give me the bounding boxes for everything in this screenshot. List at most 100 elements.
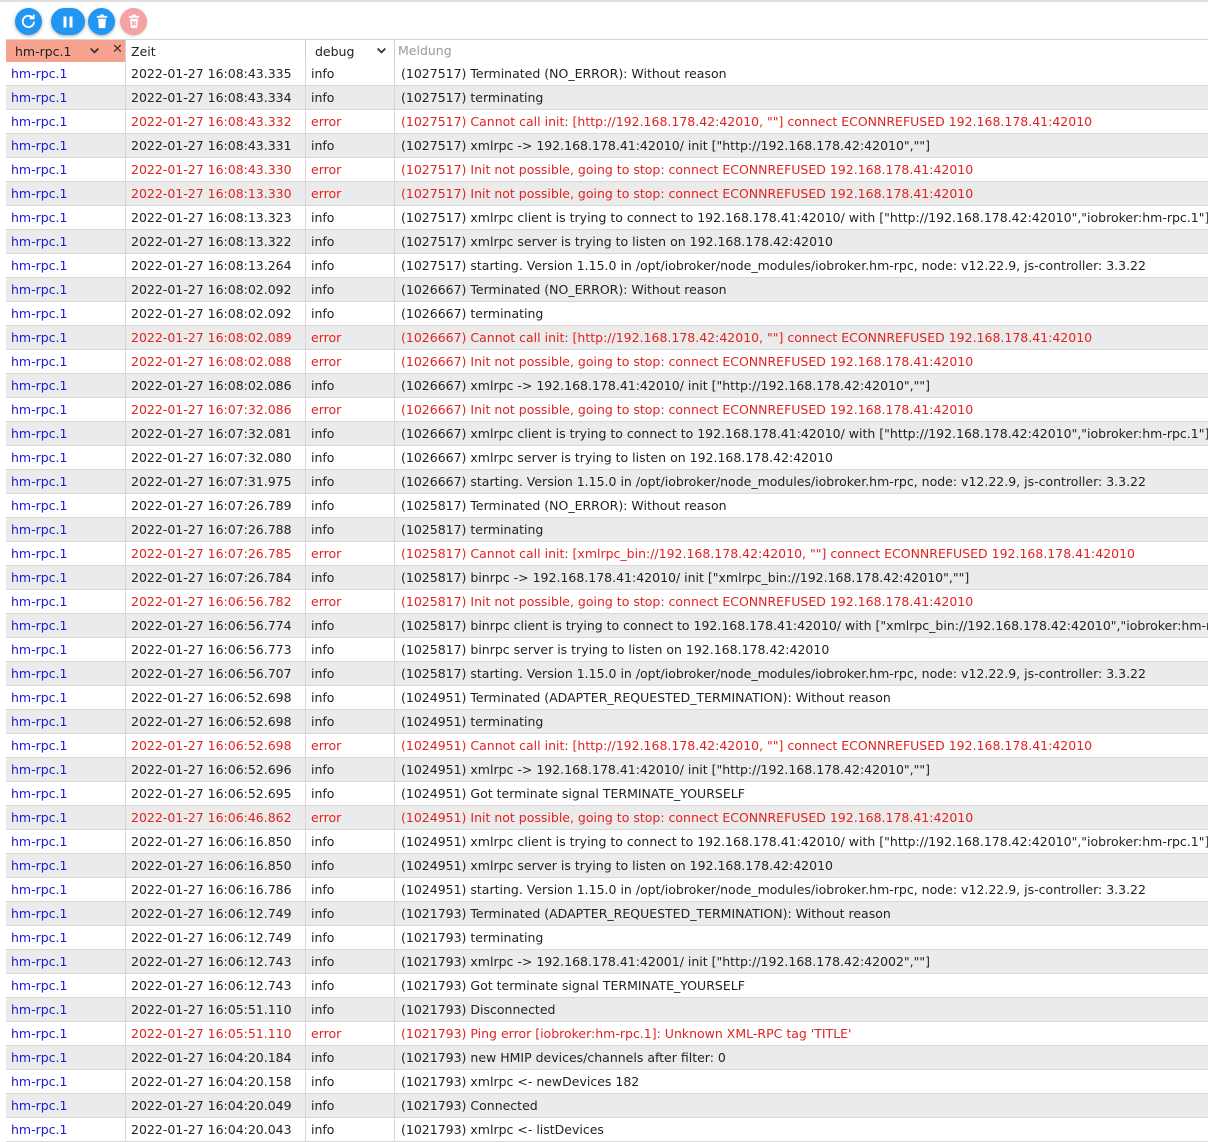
- log-source[interactable]: hm-rpc.1: [6, 854, 126, 877]
- log-source[interactable]: hm-rpc.1: [6, 1118, 126, 1141]
- log-time: 2022-01-27 16:06:12.749: [126, 902, 306, 925]
- log-source[interactable]: hm-rpc.1: [6, 974, 126, 997]
- log-message: (1026667) xmlrpc server is trying to lis…: [401, 450, 833, 465]
- log-level: info: [306, 254, 395, 277]
- log-level: info: [306, 422, 395, 445]
- log-source[interactable]: hm-rpc.1: [6, 782, 126, 805]
- log-level: error: [306, 158, 395, 181]
- log-level: error: [306, 326, 395, 349]
- log-time: 2022-01-27 16:06:52.696: [126, 758, 306, 781]
- clear-source-filter-icon[interactable]: ✕: [112, 42, 123, 57]
- log-source[interactable]: hm-rpc.1: [6, 158, 126, 181]
- source-filter-select[interactable]: hm-rpc.1 ✕: [6, 40, 126, 63]
- log-source[interactable]: hm-rpc.1: [6, 758, 126, 781]
- message-filter-input[interactable]: [395, 40, 1208, 61]
- log-level: info: [306, 998, 395, 1021]
- log-source[interactable]: hm-rpc.1: [6, 878, 126, 901]
- log-row: hm-rpc.1 2022-01-27 16:08:13.264 info (1027…: [6, 254, 1208, 278]
- log-row: hm-rpc.1 2022-01-27 16:06:56.782 error (102…: [6, 590, 1208, 614]
- log-level: error: [306, 590, 395, 613]
- pause-button[interactable]: [51, 8, 85, 35]
- log-row: hm-rpc.1 2022-01-27 16:07:26.784 info (1025…: [6, 566, 1208, 590]
- log-level: info: [306, 950, 395, 973]
- log-source[interactable]: hm-rpc.1: [6, 62, 126, 85]
- log-source[interactable]: hm-rpc.1: [6, 1022, 126, 1045]
- log-row: hm-rpc.1 2022-01-27 16:06:56.773 info (1025…: [6, 638, 1208, 662]
- log-source[interactable]: hm-rpc.1: [6, 446, 126, 469]
- log-time: 2022-01-27 16:06:56.707: [126, 662, 306, 685]
- log-source[interactable]: hm-rpc.1: [6, 590, 126, 613]
- log-source[interactable]: hm-rpc.1: [6, 710, 126, 733]
- log-time: 2022-01-27 16:06:56.782: [126, 590, 306, 613]
- log-time: 2022-01-27 16:07:26.788: [126, 518, 306, 541]
- log-message: (1024951) Init not possible, going to st…: [401, 810, 974, 825]
- log-row: hm-rpc.1 2022-01-27 16:04:20.049 info (1021…: [6, 1094, 1208, 1118]
- log-time: 2022-01-27 16:04:20.158: [126, 1070, 306, 1093]
- log-source[interactable]: hm-rpc.1: [6, 86, 126, 109]
- log-level: info: [306, 638, 395, 661]
- log-source[interactable]: hm-rpc.1: [6, 542, 126, 565]
- log-source[interactable]: hm-rpc.1: [6, 110, 126, 133]
- log-source[interactable]: hm-rpc.1: [6, 302, 126, 325]
- log-level: info: [306, 134, 395, 157]
- log-source[interactable]: hm-rpc.1: [6, 662, 126, 685]
- trash-icon: [96, 14, 107, 29]
- log-time: 2022-01-27 16:05:51.110: [126, 1022, 306, 1045]
- log-source[interactable]: hm-rpc.1: [6, 638, 126, 661]
- log-source[interactable]: hm-rpc.1: [6, 374, 126, 397]
- log-level: error: [306, 1022, 395, 1045]
- log-message: (1025817) Init not possible, going to st…: [401, 594, 974, 609]
- level-filter-select[interactable]: debug: [306, 40, 395, 63]
- log-message: (1021793) terminating: [401, 930, 544, 945]
- log-source[interactable]: hm-rpc.1: [6, 326, 126, 349]
- log-source[interactable]: hm-rpc.1: [6, 1094, 126, 1117]
- log-source[interactable]: hm-rpc.1: [6, 206, 126, 229]
- log-source[interactable]: hm-rpc.1: [6, 566, 126, 589]
- log-source[interactable]: hm-rpc.1: [6, 182, 126, 205]
- log-level: info: [306, 926, 395, 949]
- log-message: (1027517) xmlrpc -> 192.168.178.41:42010…: [401, 138, 931, 153]
- log-source[interactable]: hm-rpc.1: [6, 518, 126, 541]
- log-row: hm-rpc.1 2022-01-27 16:07:32.080 info (1026…: [6, 446, 1208, 470]
- log-message: (1021793) Disconnected: [401, 1002, 556, 1017]
- log-source[interactable]: hm-rpc.1: [6, 734, 126, 757]
- log-row: hm-rpc.1 2022-01-27 16:08:43.332 error (102…: [6, 110, 1208, 134]
- log-source[interactable]: hm-rpc.1: [6, 350, 126, 373]
- log-time: 2022-01-27 16:07:32.086: [126, 398, 306, 421]
- log-source[interactable]: hm-rpc.1: [6, 230, 126, 253]
- log-toolbar: [0, 2, 1208, 39]
- log-message: (1026667) Init not possible, going to st…: [401, 354, 974, 369]
- log-source[interactable]: hm-rpc.1: [6, 830, 126, 853]
- delete-logfile-button[interactable]: [120, 8, 147, 35]
- delete-button[interactable]: [88, 8, 115, 35]
- log-row: hm-rpc.1 2022-01-27 16:08:43.334 info (1027…: [6, 86, 1208, 110]
- log-source[interactable]: hm-rpc.1: [6, 398, 126, 421]
- log-message: (1027517) Init not possible, going to st…: [401, 186, 974, 201]
- log-level: info: [306, 230, 395, 253]
- log-source[interactable]: hm-rpc.1: [6, 614, 126, 637]
- log-source[interactable]: hm-rpc.1: [6, 902, 126, 925]
- log-time: 2022-01-27 16:08:02.092: [126, 302, 306, 325]
- log-source[interactable]: hm-rpc.1: [6, 254, 126, 277]
- pause-icon: [63, 16, 73, 27]
- log-time: 2022-01-27 16:06:56.773: [126, 638, 306, 661]
- log-source[interactable]: hm-rpc.1: [6, 278, 126, 301]
- log-source[interactable]: hm-rpc.1: [6, 998, 126, 1021]
- log-source[interactable]: hm-rpc.1: [6, 422, 126, 445]
- log-level: info: [306, 758, 395, 781]
- log-message: (1026667) starting. Version 1.15.0 in /o…: [401, 474, 1146, 489]
- log-source[interactable]: hm-rpc.1: [6, 1070, 126, 1093]
- log-level: info: [306, 278, 395, 301]
- log-source[interactable]: hm-rpc.1: [6, 806, 126, 829]
- refresh-button[interactable]: [15, 8, 42, 35]
- level-filter-value: debug: [315, 44, 355, 59]
- log-source[interactable]: hm-rpc.1: [6, 470, 126, 493]
- log-source[interactable]: hm-rpc.1: [6, 926, 126, 949]
- log-source[interactable]: hm-rpc.1: [6, 1046, 126, 1069]
- log-source[interactable]: hm-rpc.1: [6, 134, 126, 157]
- log-source[interactable]: hm-rpc.1: [6, 494, 126, 517]
- log-source[interactable]: hm-rpc.1: [6, 950, 126, 973]
- log-source[interactable]: hm-rpc.1: [6, 686, 126, 709]
- log-time: 2022-01-27 16:06:12.749: [126, 926, 306, 949]
- log-message: (1024951) xmlrpc client is trying to con…: [401, 834, 1208, 849]
